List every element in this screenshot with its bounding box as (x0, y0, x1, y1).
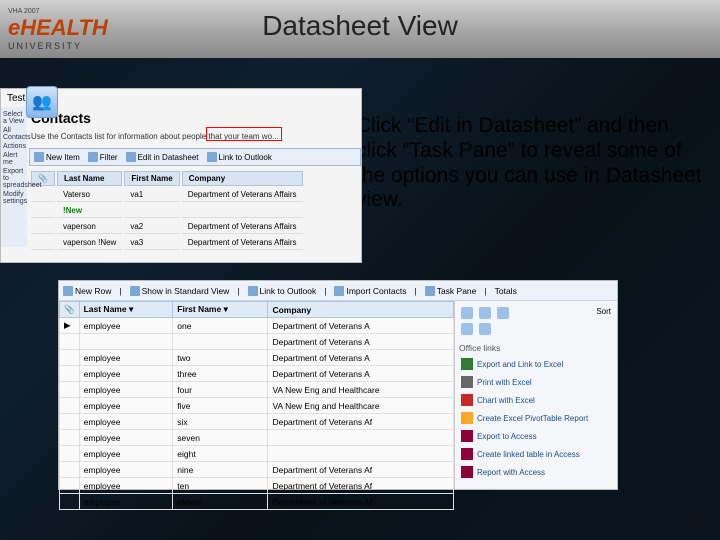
table-row: !New (31, 204, 303, 218)
col-firstname[interactable]: First Name (124, 171, 179, 186)
table-row[interactable]: employeeseven (60, 430, 454, 446)
linked-table-access-link[interactable]: Create linked table in Access (459, 445, 613, 463)
table-row[interactable]: employeeelevenDepartment of Veterans Af (60, 494, 454, 510)
new-icon (34, 152, 44, 162)
new-row-icon (63, 286, 73, 296)
grid-header-row: 📎 Last Name ▾ First Name ▾ Company (60, 302, 454, 318)
sidebar-modify[interactable]: Modify settings (3, 191, 25, 205)
task-pane: Sort Office links Export and Link to Exc… (455, 301, 617, 489)
logo-sub: UNIVERSITY (8, 41, 108, 51)
chart-excel-link[interactable]: Chart with Excel (459, 391, 613, 409)
pivot-icon (461, 412, 473, 424)
totals-button[interactable]: Totals (495, 286, 517, 296)
sidebar-view-header: Select a View (3, 111, 25, 125)
table-row[interactable]: employeenineDepartment of Veterans Af (60, 462, 454, 478)
copy-icon[interactable] (479, 307, 491, 319)
report-access-link[interactable]: Report with Access (459, 463, 613, 481)
outlook-icon (207, 152, 217, 162)
office-links-header: Office links (459, 343, 613, 355)
slide-number: 57 (684, 511, 704, 532)
contacts-table-top: 📎 Last Name First Name Company Vatersova… (29, 169, 305, 252)
export-access-link[interactable]: Export to Access (459, 427, 613, 445)
access-icon (461, 448, 473, 460)
new-row-button[interactable]: New Row (63, 286, 111, 296)
sidebar-alert[interactable]: Alert me (3, 152, 25, 166)
table-row[interactable]: ▶employeeoneDepartment of Veterans A (60, 318, 454, 334)
table-row[interactable]: employeetwoDepartment of Veterans A (60, 350, 454, 366)
table-row: vaperson !Newva3Department of Veterans A… (31, 236, 303, 250)
task-pane-icon (425, 286, 435, 296)
table-row[interactable]: Department of Veterans A (60, 334, 454, 350)
link-outlook-button[interactable]: Link to Outlook (207, 152, 272, 162)
top-toolbar: New Item Filter Edit in Datasheet Link t… (29, 148, 361, 166)
red-highlight-box (206, 127, 282, 141)
outlook-icon (248, 286, 258, 296)
access-icon (461, 430, 473, 442)
table-row: Vatersova1Department of Veterans Affairs (31, 188, 303, 202)
help-icon[interactable] (479, 323, 491, 335)
table-row: vapersonva2Department of Veterans Affair… (31, 220, 303, 234)
sidebar-all-contacts[interactable]: All Contacts (3, 127, 25, 141)
filter-button[interactable]: Filter (88, 152, 118, 162)
list-description: Use the Contacts list for information ab… (1, 130, 361, 145)
undo-icon[interactable] (461, 323, 473, 335)
task-pane-icon-row: Sort (459, 305, 613, 321)
print-icon (461, 376, 473, 388)
table-row[interactable]: employeesixDepartment of Veterans Af (60, 414, 454, 430)
attach-col[interactable]: 📎 (60, 302, 80, 318)
excel-icon (461, 358, 473, 370)
left-sidebar: Select a View All Contacts Actions Alert… (1, 107, 27, 247)
chart-icon (461, 394, 473, 406)
instruction-text: Click “Edit in Datasheet” and then click… (356, 114, 710, 213)
table-row[interactable]: employeeeight (60, 446, 454, 462)
slide-title: Datasheet View (0, 10, 720, 42)
sidebar-export[interactable]: Export to spreadsheet (3, 168, 25, 189)
datasheet-grid[interactable]: 📎 Last Name ▾ First Name ▾ Company ▶empl… (59, 301, 455, 489)
pivot-excel-link[interactable]: Create Excel PivotTable Report (459, 409, 613, 427)
filter-icon (88, 152, 98, 162)
sidebar-actions: Actions (3, 143, 25, 150)
print-excel-link[interactable]: Print with Excel (459, 373, 613, 391)
sort-label[interactable]: Sort (596, 307, 611, 319)
link-outlook-button2[interactable]: Link to Outlook (248, 286, 317, 296)
label: Filter (100, 153, 118, 162)
col-lastname[interactable]: Last Name (57, 171, 122, 186)
contacts-list-icon: 👥 (26, 86, 58, 118)
datasheet-toolbar: New Row| Show in Standard View| Link to … (59, 281, 617, 301)
export-excel-link[interactable]: Export and Link to Excel (459, 355, 613, 373)
paste-icon[interactable] (497, 307, 509, 319)
cut-icon[interactable] (461, 307, 473, 319)
col-lastname[interactable]: Last Name ▾ (79, 302, 173, 318)
table-row[interactable]: employeefiveVA New Eng and Healthcare (60, 398, 454, 414)
access-icon (461, 466, 473, 478)
edit-datasheet-button[interactable]: Edit in Datasheet (126, 152, 199, 162)
table-row[interactable]: employeefourVA New Eng and Healthcare (60, 382, 454, 398)
task-pane-button[interactable]: Task Pane (425, 286, 477, 296)
datasheet-panel: New Row| Show in Standard View| Link to … (58, 280, 618, 490)
new-item-button[interactable]: New Item (34, 152, 80, 162)
label: Link to Outlook (219, 153, 272, 162)
standard-view-button[interactable]: Show in Standard View (130, 286, 230, 296)
header-row: 📎 Last Name First Name Company (31, 171, 303, 186)
table-row[interactable]: employeethreeDepartment of Veterans A (60, 366, 454, 382)
col-company[interactable]: Company (268, 302, 454, 318)
import-contacts-button[interactable]: Import Contacts (334, 286, 406, 296)
std-view-icon (130, 286, 140, 296)
grid-icon (126, 152, 136, 162)
import-icon (334, 286, 344, 296)
col-firstname[interactable]: First Name ▾ (173, 302, 268, 318)
col-company[interactable]: Company (182, 171, 303, 186)
table-row[interactable]: employeetenDepartment of Veterans Af (60, 478, 454, 494)
label: New Item (46, 153, 80, 162)
label: Edit in Datasheet (138, 153, 199, 162)
